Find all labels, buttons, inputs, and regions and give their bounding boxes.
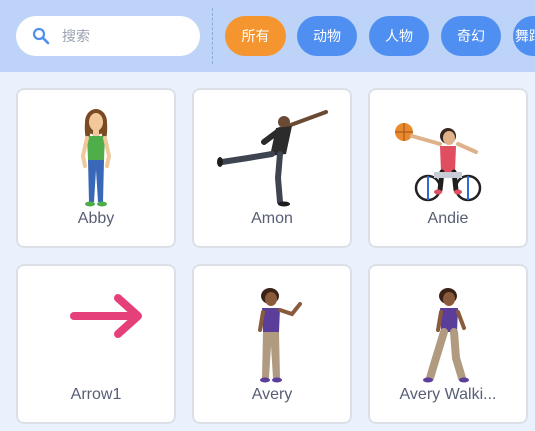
search-box[interactable] <box>16 16 200 56</box>
sprite-name: Andie <box>427 210 469 227</box>
sprite-card-avery-walking[interactable]: Avery Walki... <box>368 264 528 424</box>
category-chip-animals[interactable]: 动物 <box>297 16 357 56</box>
category-chip-people[interactable]: 人物 <box>369 16 429 56</box>
search-input[interactable] <box>62 24 190 48</box>
girl-standing-icon <box>80 109 112 207</box>
arrow-right-icon <box>70 294 142 338</box>
sprite-card-abby[interactable]: Abby <box>16 88 176 248</box>
sprite-name: Avery Walki... <box>399 386 497 403</box>
sprite-name: Abby <box>77 210 115 227</box>
sprite-name: Arrow1 <box>70 386 122 403</box>
top-filter-bar: 所有 动物 人物 奇幻 舞蹈 <box>0 0 535 72</box>
sprite-card-amon[interactable]: Amon <box>192 88 352 248</box>
category-chip-all[interactable]: 所有 <box>225 16 286 56</box>
sprite-card-andie[interactable]: Andie <box>368 88 528 248</box>
wheelchair-basketball-icon <box>395 123 482 202</box>
sprite-name: Avery <box>251 386 293 403</box>
category-chip-fantasy[interactable]: 奇幻 <box>441 16 501 56</box>
sprite-card-avery[interactable]: Avery <box>192 264 352 424</box>
search-icon <box>32 27 50 45</box>
divider <box>212 8 213 64</box>
girl-waving-icon <box>258 288 302 383</box>
sprite-name: Amon <box>251 210 293 227</box>
category-chip-dance[interactable]: 舞蹈 <box>513 16 535 56</box>
man-balancing-icon <box>217 110 328 207</box>
sprite-card-arrow1[interactable]: Arrow1 <box>16 264 176 424</box>
girl-walking-icon <box>423 288 469 383</box>
